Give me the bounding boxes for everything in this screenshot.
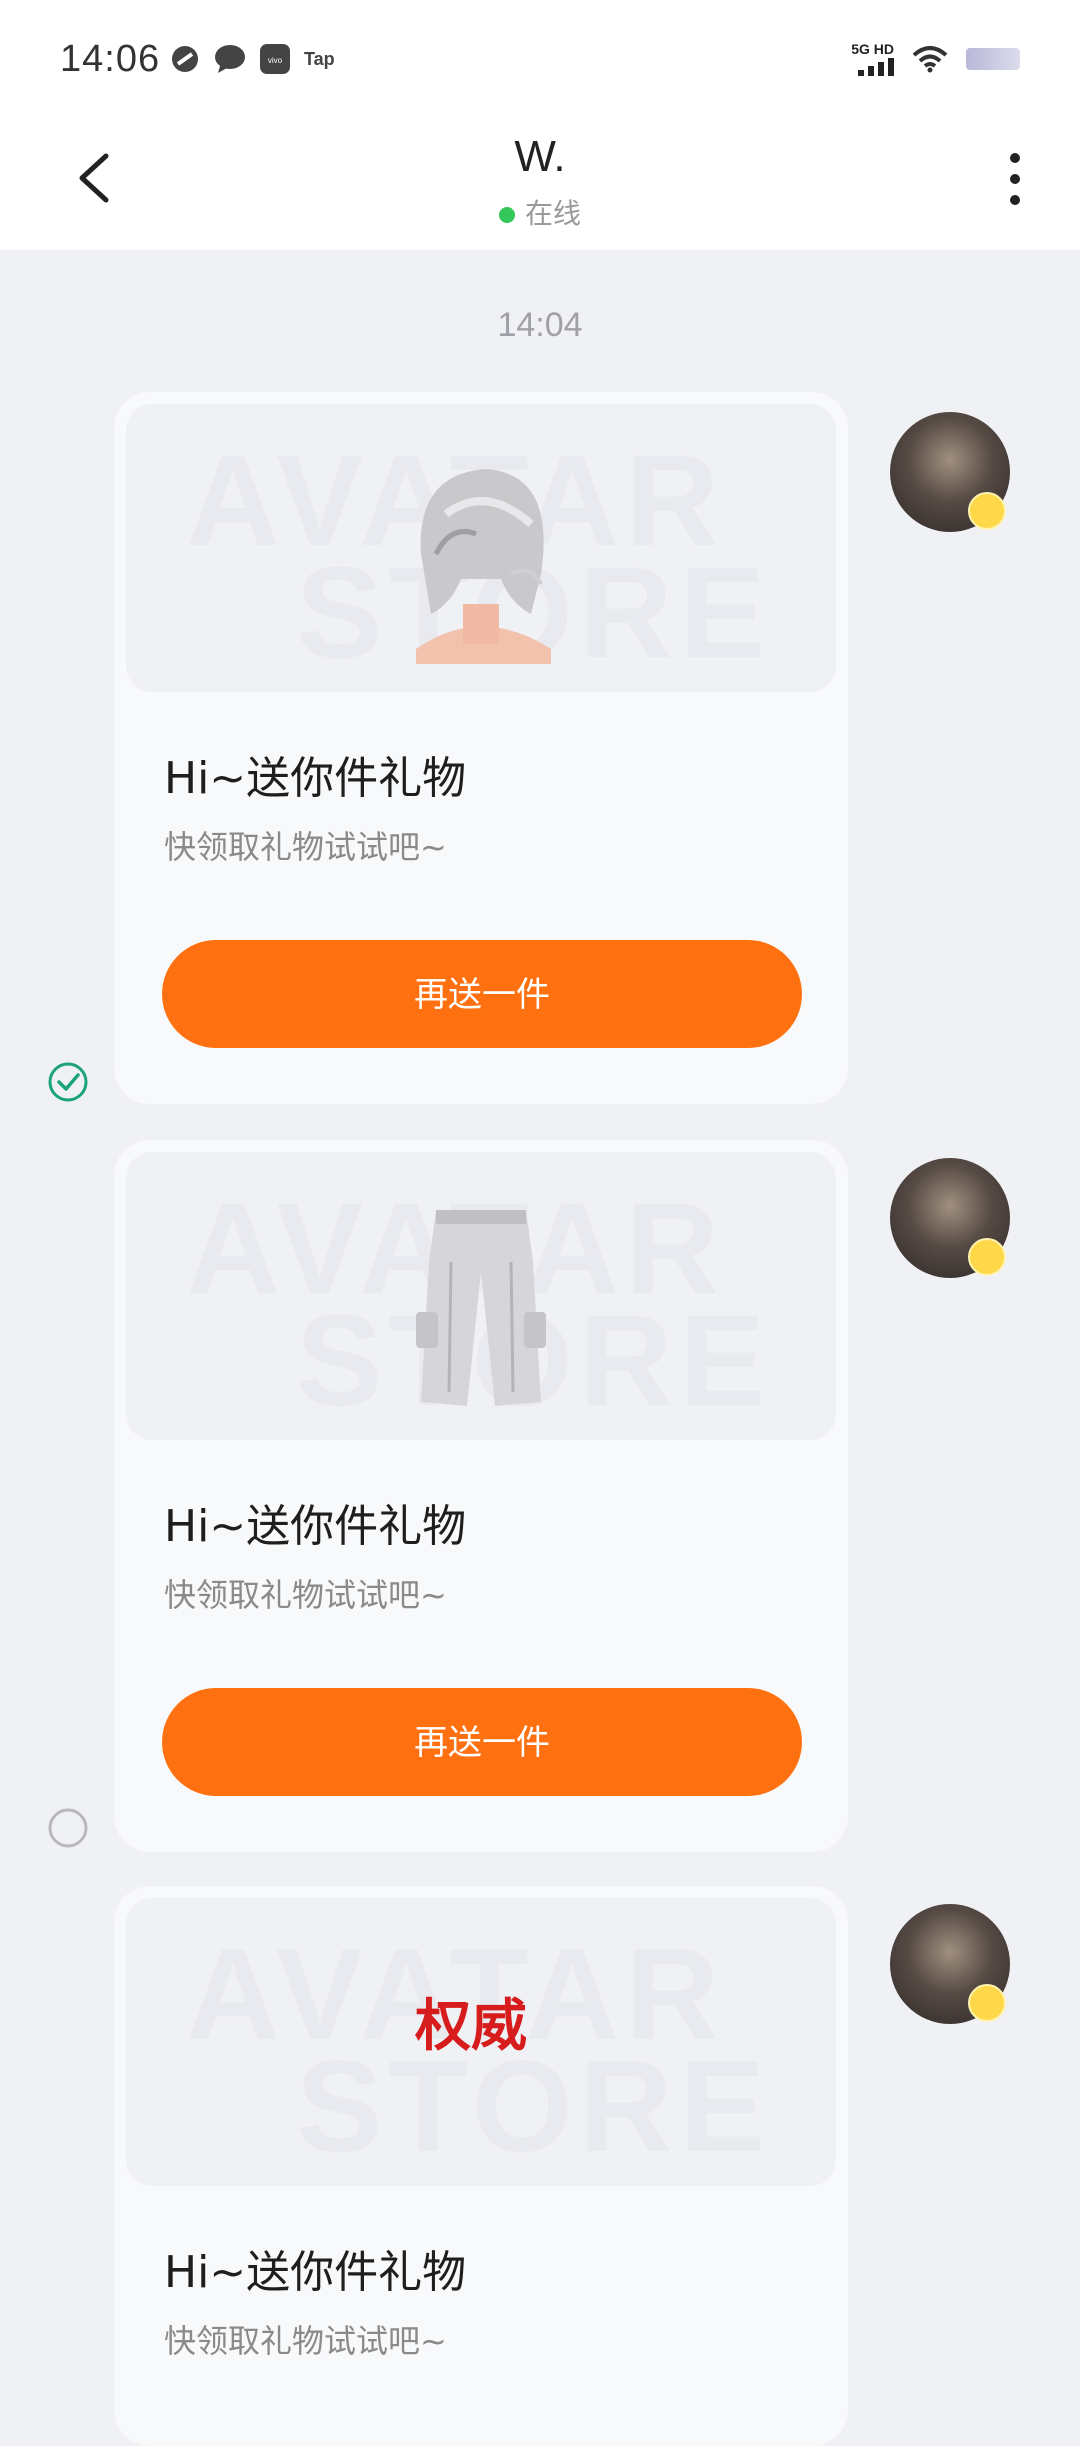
wifi-icon: [912, 46, 948, 73]
svg-text:vivo: vivo: [268, 56, 283, 65]
status-system-icons: 5G HD: [851, 42, 1020, 76]
emoji-badge-icon: [968, 492, 1006, 530]
gift-subtitle: 快领取礼物试试吧~: [164, 1576, 447, 1614]
gift-subtitle: 快领取礼物试试吧~: [164, 2322, 447, 2360]
status-notification-icons: vivo Tap: [170, 44, 335, 74]
chat-timestamp: 14:04: [497, 306, 583, 344]
status-time: 14:06: [60, 38, 161, 80]
emoji-badge-icon: [968, 1238, 1006, 1276]
gift-item-preview[interactable]: AVATAR STORE: [126, 404, 836, 692]
chat-bubble-icon: [215, 45, 245, 73]
send-another-button[interactable]: 再送一件: [162, 940, 802, 1048]
gift-title: Hi~送你件礼物: [164, 753, 467, 804]
pants-item-image: [416, 1210, 546, 1406]
hair-item-image: [416, 469, 551, 664]
gift-item-preview[interactable]: AVATAR STORE 权威: [126, 1898, 836, 2186]
vivo-icon: vivo: [260, 44, 290, 74]
sender-avatar[interactable]: [890, 1158, 1010, 1278]
link-icon: [172, 46, 198, 72]
gift-item-preview[interactable]: AVATAR STORE: [126, 1152, 836, 1440]
online-status: 在线: [0, 192, 1080, 232]
emoji-badge-icon: [968, 1984, 1006, 2022]
gift-message-card[interactable]: AVATAR STORE 权威 Hi~送你件礼物 快领取礼物试试吧~: [114, 1886, 848, 2446]
signal-icon: 5G HD: [851, 42, 894, 76]
calligraphy-item-image: 权威: [415, 1993, 527, 2059]
battery-icon: [966, 48, 1020, 70]
gift-message-card[interactable]: AVATAR STORE Hi~送你件礼物 快领取礼物试试吧~ 再送一件: [114, 1140, 848, 1852]
more-options-button[interactable]: [1000, 150, 1030, 210]
message-unselected-circle-icon[interactable]: [48, 1808, 88, 1848]
gift-title: Hi~送你件礼物: [164, 1501, 467, 1552]
network-label: 5G HD: [851, 41, 894, 57]
gift-title: Hi~送你件礼物: [164, 2247, 467, 2298]
send-another-button[interactable]: 再送一件: [162, 1688, 802, 1796]
gift-message-card[interactable]: AVATAR STORE Hi~送你件礼物 快领取礼物试试吧~ 再送一件: [114, 392, 848, 1104]
sender-avatar[interactable]: [890, 412, 1010, 532]
gift-subtitle: 快领取礼物试试吧~: [164, 828, 447, 866]
online-dot: [498, 207, 515, 223]
chat-title: W.: [514, 132, 566, 181]
tap-label: Tap: [304, 48, 335, 69]
top-bar: 14:06 vivo Tap 5G HD W. 在线: [0, 0, 1080, 250]
sender-avatar[interactable]: [890, 1904, 1010, 2024]
online-status-label: 在线: [524, 197, 581, 230]
message-selected-check-icon[interactable]: [48, 1062, 88, 1102]
